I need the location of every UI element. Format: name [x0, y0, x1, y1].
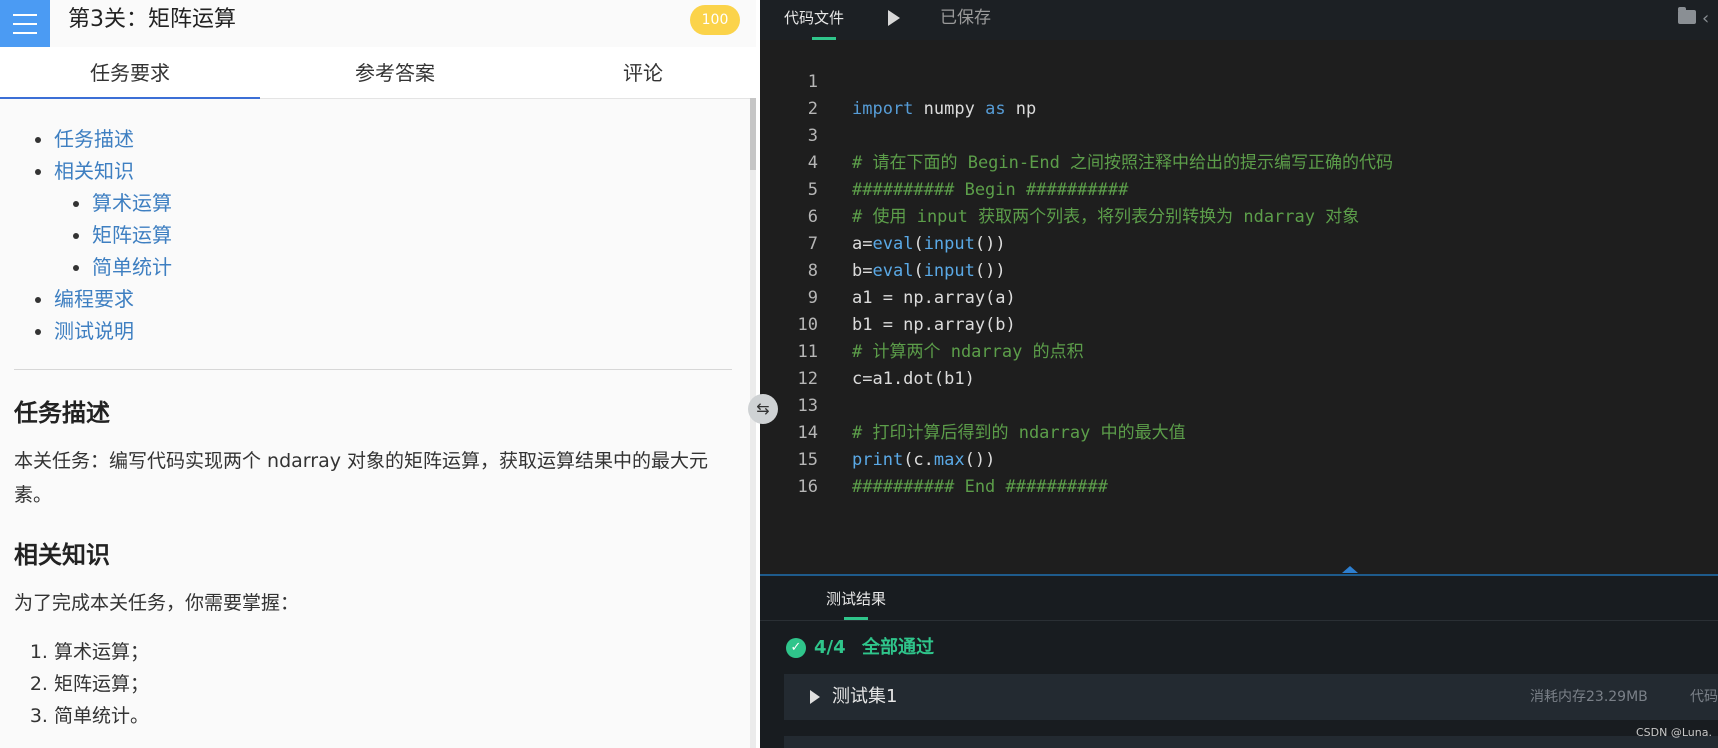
line-number: 16	[797, 477, 818, 497]
tab-task-requirements[interactable]: 任务要求	[0, 47, 260, 99]
folder-icon[interactable]	[1678, 7, 1696, 24]
toc-item: 测试说明	[54, 315, 734, 347]
check-circle-icon: ✓	[786, 638, 806, 658]
code-line: 7 b=eval(input())	[760, 204, 1006, 281]
run-icon[interactable]	[888, 10, 900, 26]
toc-link-programming-requirements[interactable]: 编程要求	[54, 287, 134, 311]
task-tabs: 任务要求 参考答案 评论	[0, 47, 756, 99]
toc-item: 任务描述	[54, 123, 734, 155]
code-comment: ########## Begin ##########	[852, 180, 1129, 200]
code-text: a1 = np.array(a)	[852, 288, 1016, 308]
code-text: c=a1.dot(b1)	[852, 369, 975, 389]
code-line: 15 ########## End ##########	[760, 420, 1108, 497]
heading-task-description: 任务描述	[14, 399, 110, 427]
pass-status: 全部通过	[862, 637, 934, 658]
code-line: 1 import numpy as np	[760, 42, 1037, 119]
code-line: 4 ########## Begin ##########	[760, 123, 1129, 200]
level-title: 第3关：矩阵运算	[68, 7, 236, 32]
tab-comments[interactable]: 评论	[530, 47, 756, 99]
task-scrollbar[interactable]	[750, 98, 756, 748]
code-comment: # 请在下面的 Begin-End 之间按照注释中给出的提示编写正确的代码	[852, 153, 1394, 173]
code-line: 13 # 打印计算后得到的 ndarray 中的最大值	[760, 366, 1186, 443]
divider	[14, 369, 732, 370]
code-editor[interactable]: 1 import numpy as np 2 3 # 请在下面的 Begin-E…	[760, 40, 1718, 575]
toc-link-task-description[interactable]: 任务描述	[54, 127, 134, 151]
code-line: 10 # 计算两个 ndarray 的点积	[760, 285, 1084, 362]
heading-related-knowledge: 相关知识	[14, 541, 110, 569]
tab-reference-answer[interactable]: 参考答案	[260, 47, 530, 99]
task-text: 本关任务：编写代码实现两个 ndarray 对象的矩阵运算，获取运算结果中的最大…	[14, 450, 709, 506]
code-comment: # 使用 input 获取两个列表，将列表分别转换为 ndarray 对象	[852, 207, 1360, 227]
code-line: 11 c=a1.dot(b1)	[760, 312, 975, 389]
tab-code-file[interactable]: 代码文件	[784, 0, 844, 40]
code-comment: # 计算两个 ndarray 的点积	[852, 342, 1084, 362]
task-panel: 第3关：矩阵运算 100 任务要求 参考答案 评论 任务描述 相关知识 算术运算…	[0, 0, 756, 748]
knowledge-intro: 为了完成本关任务，你需要掌握：	[14, 592, 300, 614]
divider	[760, 620, 1718, 621]
expand-arrow-icon[interactable]	[810, 690, 820, 704]
toc-item: 相关知识 算术运算 矩阵运算 简单统计	[54, 155, 734, 283]
code-line: 8 a1 = np.array(a)	[760, 231, 1016, 308]
toc-subitem: 算术运算	[92, 187, 734, 219]
saved-status: 已保存	[940, 8, 991, 28]
code-line: 6 a=eval(input())	[760, 177, 1006, 254]
code-line: 12	[760, 339, 821, 389]
table-of-contents: 任务描述 相关知识 算术运算 矩阵运算 简单统计 编程要求 测试说明	[14, 123, 734, 347]
knowledge-list: 算术运算； 矩阵运算； 简单统计。	[14, 636, 734, 732]
toc-link-matrix[interactable]: 矩阵运算	[92, 223, 172, 247]
code-panel: 代码文件 已保存 ‹ 1 import numpy as np 2 3 # 请在…	[760, 0, 1718, 748]
code-line: 9 b1 = np.array(b)	[760, 258, 1016, 335]
toc-link-statistics[interactable]: 简单统计	[92, 255, 172, 279]
toc-link-test-instructions[interactable]: 测试说明	[54, 319, 134, 343]
watermark: CSDN @Luna.	[1636, 726, 1712, 739]
memory-usage: 消耗内存23.29MB	[1530, 689, 1648, 705]
code-line: 3 # 请在下面的 Begin-End 之间按照注释中给出的提示编写正确的代码	[760, 96, 1393, 173]
testset-row[interactable]	[784, 736, 1718, 748]
toc-item: 编程要求	[54, 283, 734, 315]
exec-time: 代码执行	[1690, 689, 1718, 705]
editor-header: 代码文件 已保存 ‹	[760, 0, 1718, 40]
code-line: 5 # 使用 input 获取两个列表，将列表分别转换为 ndarray 对象	[760, 150, 1359, 227]
code-comment: # 打印计算后得到的 ndarray 中的最大值	[852, 423, 1186, 443]
code-text: print(c.max())	[852, 450, 996, 470]
tab-test-results[interactable]: 测试结果	[826, 588, 886, 609]
scrollbar-thumb[interactable]	[750, 98, 756, 170]
test-results-panel: 测试结果 ✓ 4/4 全部通过 测试集1 消耗内存23.29MB 代码执行 CS…	[760, 576, 1718, 748]
code-line: 16	[760, 447, 821, 497]
toc-subitem: 简单统计	[92, 251, 734, 283]
code-text: b=eval(input())	[852, 261, 1006, 281]
panel-resize-icon[interactable]: ⇆	[748, 394, 778, 424]
code-text: a=eval(input())	[852, 234, 1006, 254]
collapse-icon[interactable]: ‹	[1702, 8, 1709, 29]
code-text: b1 = np.array(b)	[852, 315, 1016, 335]
list-item: 矩阵运算；	[54, 668, 734, 700]
score-badge: 100	[690, 5, 740, 35]
testset-row[interactable]: 测试集1 消耗内存23.29MB 代码执行	[784, 674, 1718, 720]
code-comment: ########## End ##########	[852, 477, 1108, 497]
testset-label: 测试集1	[832, 686, 898, 707]
task-content: 任务描述 相关知识 算术运算 矩阵运算 简单统计 编程要求 测试说明 任务描述 …	[0, 99, 748, 732]
code-text: import numpy as np	[852, 99, 1037, 119]
toc-link-arithmetic[interactable]: 算术运算	[92, 191, 172, 215]
code-line: 2	[760, 69, 821, 119]
pass-count: 4/4	[814, 637, 846, 658]
menu-icon[interactable]	[0, 0, 50, 47]
toc-link-related-knowledge[interactable]: 相关知识	[54, 159, 134, 183]
list-item: 简单统计。	[54, 700, 734, 732]
toc-subitem: 矩阵运算	[92, 219, 734, 251]
list-item: 算术运算；	[54, 636, 734, 668]
